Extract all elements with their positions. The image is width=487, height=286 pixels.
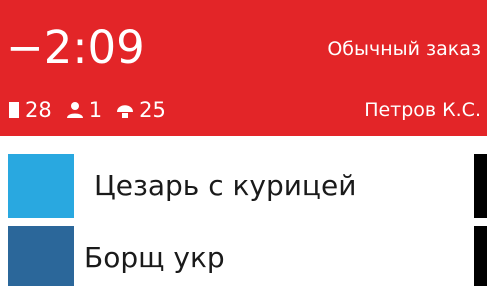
- guests-count: 1: [88, 98, 103, 122]
- table-icon: [8, 101, 20, 119]
- table-stat: 28: [8, 96, 52, 124]
- kitchen-order-ticket: −2:09 Обычный заказ 28 1 25 Петров К.С. …: [0, 0, 487, 286]
- item-color-swatch: [8, 226, 74, 286]
- order-items-list: Цезарь с курицей Борщ укр: [0, 154, 487, 286]
- order-header[interactable]: −2:09 Обычный заказ 28 1 25 Петров К.С.: [0, 0, 487, 136]
- list-item[interactable]: Борщ укр: [0, 226, 487, 286]
- person-icon: [66, 101, 84, 119]
- item-name: Борщ укр: [84, 241, 225, 274]
- waiter-name: Петров К.С.: [364, 99, 481, 121]
- guests-stat: 1: [66, 96, 102, 124]
- dish-icon: [116, 101, 134, 119]
- item-color-swatch: [8, 154, 74, 218]
- order-timer: −2:09: [6, 21, 145, 74]
- item-name: Цезарь с курицей: [94, 169, 357, 202]
- order-stats: 28 1 25: [8, 96, 166, 124]
- table-number: 28: [25, 98, 52, 122]
- item-edge-bar: [474, 226, 487, 286]
- order-type-label: Обычный заказ: [327, 38, 481, 60]
- items-stat: 25: [116, 96, 166, 124]
- list-item[interactable]: Цезарь с курицей: [0, 154, 487, 218]
- items-count: 25: [139, 98, 166, 122]
- item-edge-bar: [474, 154, 487, 218]
